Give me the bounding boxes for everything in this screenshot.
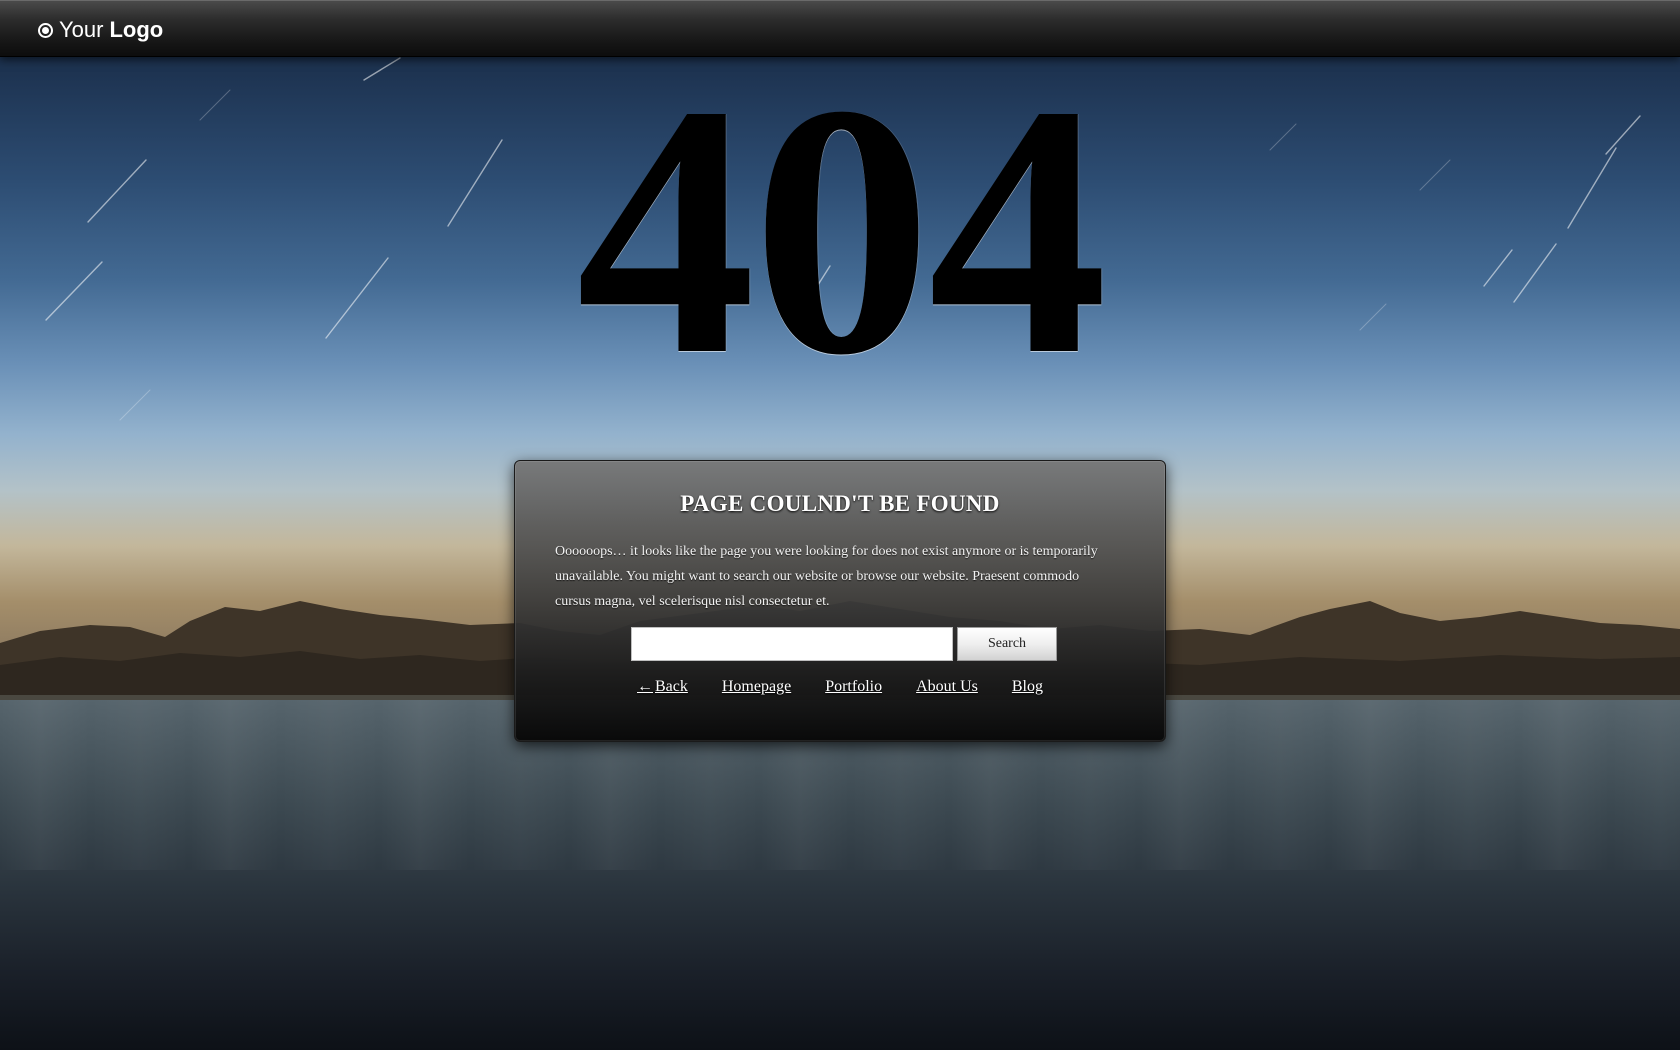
logo-text-bold: Logo — [109, 17, 164, 42]
site-logo[interactable]: Your Logo — [38, 17, 163, 43]
arrow-left-icon: ← — [637, 678, 653, 695]
search-form: Search — [631, 626, 1057, 662]
error-dialog: PAGE COULND'T BE FOUND Oooooops… it look… — [514, 460, 1166, 742]
search-button[interactable]: Search — [957, 627, 1057, 661]
navigation-links: ← Back Homepage Portfolio About Us Blog — [515, 678, 1165, 696]
blog-link[interactable]: Blog — [1012, 678, 1043, 696]
logo-text-regular: Your — [59, 17, 104, 42]
error-message: Oooooops… it looks like the page you wer… — [555, 544, 1098, 609]
back-link-label: Back — [655, 678, 688, 695]
about-us-link[interactable]: About Us — [916, 678, 978, 696]
error-code-heading: 404 — [576, 30, 1108, 429]
back-link[interactable]: ← Back — [637, 678, 688, 696]
error-title: PAGE COULND'T BE FOUND — [680, 491, 1000, 516]
radio-dot-icon — [38, 22, 53, 38]
top-bar: Your Logo — [0, 0, 1680, 57]
portfolio-link[interactable]: Portfolio — [825, 678, 882, 696]
homepage-link[interactable]: Homepage — [722, 678, 791, 696]
search-input[interactable] — [631, 627, 953, 661]
